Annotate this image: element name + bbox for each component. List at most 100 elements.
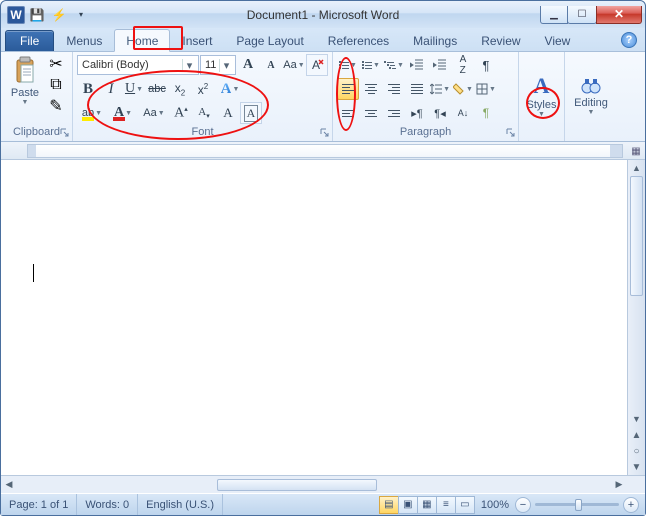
change-case-button[interactable]: Aa▼ xyxy=(283,54,305,76)
change-case-button-2[interactable]: Aa▼ xyxy=(139,102,169,124)
strikethrough-button[interactable]: abc xyxy=(146,78,168,100)
sort-button[interactable]: AZ xyxy=(452,54,474,76)
multilevel-list-button[interactable]: ▼ xyxy=(383,54,405,76)
view-outline[interactable]: ≡ xyxy=(436,496,456,514)
numbering-button[interactable]: ▼ xyxy=(360,54,382,76)
align-center-button[interactable] xyxy=(360,78,382,100)
font-dialog-launcher[interactable] xyxy=(318,126,330,138)
zoom-percent[interactable]: 100% xyxy=(475,499,515,511)
font-color-button[interactable]: A▼ xyxy=(108,102,138,124)
line-spacing-button[interactable]: ▼ xyxy=(429,78,451,100)
clear-formatting-button[interactable]: A xyxy=(306,54,328,76)
bullets-button[interactable]: ▼ xyxy=(337,54,359,76)
tab-view[interactable]: View xyxy=(533,29,583,51)
view-draft[interactable]: ▭ xyxy=(455,496,475,514)
tab-home[interactable]: Home xyxy=(114,29,170,52)
ruler-toggle-button[interactable]: ▦ xyxy=(629,144,643,158)
subscript-button[interactable]: x2 xyxy=(169,78,191,100)
cut-button[interactable]: ✂ xyxy=(46,54,66,74)
format-painter-button[interactable]: ✎ xyxy=(46,96,66,116)
highlight-button[interactable]: ab▼ xyxy=(77,102,107,124)
vertical-scrollbar[interactable]: ▲ ▼ ▲ ○ ▼ xyxy=(627,160,645,475)
grow-font-button-2[interactable]: A▴ xyxy=(170,102,192,124)
text-rtl-button[interactable]: ¶◂ xyxy=(429,102,451,124)
vscroll-thumb[interactable] xyxy=(630,176,643,296)
sort-az-button[interactable]: A↓ xyxy=(452,102,474,124)
shrink-font-button-2[interactable]: A▾ xyxy=(193,102,215,124)
character-border-button[interactable]: A xyxy=(240,102,262,124)
shading-button[interactable]: ▼ xyxy=(452,78,474,100)
tab-references[interactable]: References xyxy=(316,29,401,51)
editing-label[interactable]: Editing xyxy=(574,97,608,109)
help-icon[interactable]: ? xyxy=(621,32,637,48)
text-ltr-button[interactable]: ▸¶ xyxy=(406,102,428,124)
word-app-icon[interactable]: W xyxy=(7,6,25,24)
hscroll-track[interactable] xyxy=(17,478,611,492)
scroll-down-icon[interactable]: ▼ xyxy=(628,411,645,427)
underline-button[interactable]: U▼ xyxy=(123,78,145,100)
superscript-button[interactable]: x2 xyxy=(192,78,214,100)
text-effects-button[interactable]: A▼ xyxy=(215,78,245,100)
maximize-button[interactable]: ☐ xyxy=(567,6,597,24)
zoom-knob[interactable] xyxy=(575,499,582,511)
status-words[interactable]: Words: 0 xyxy=(77,494,138,515)
paste-dropdown-icon[interactable]: ▼ xyxy=(22,99,29,106)
bold-button[interactable]: B xyxy=(77,78,99,100)
tab-mailings[interactable]: Mailings xyxy=(401,29,469,51)
qat-customize-dropdown[interactable]: ▾ xyxy=(71,5,91,25)
scroll-left-icon[interactable]: ◀ xyxy=(1,476,17,493)
zoom-slider[interactable] xyxy=(535,503,619,506)
view-print-layout[interactable]: ▤ xyxy=(379,496,399,514)
chevron-down-icon[interactable]: ▾ xyxy=(182,59,196,72)
status-page[interactable]: Page: 1 of 1 xyxy=(1,494,77,515)
paragraph-dialog-launcher[interactable] xyxy=(504,126,516,138)
qat-lightning-icon[interactable]: ⚡ xyxy=(49,5,69,25)
view-web-layout[interactable]: ▦ xyxy=(417,496,437,514)
tab-file[interactable]: File xyxy=(5,30,54,51)
grow-font-button[interactable]: A xyxy=(237,54,259,76)
align-right-button[interactable] xyxy=(383,78,405,100)
binoculars-icon[interactable] xyxy=(580,75,602,97)
scroll-up-icon[interactable]: ▲ xyxy=(628,160,645,176)
font-name-combo[interactable]: Calibri (Body) ▾ xyxy=(77,55,199,75)
tab-insert[interactable]: Insert xyxy=(170,29,224,51)
dist-1[interactable] xyxy=(337,102,359,124)
chevron-down-icon[interactable]: ▾ xyxy=(219,59,233,72)
browse-object-button[interactable]: ○ xyxy=(628,443,645,459)
document-page[interactable] xyxy=(1,160,627,475)
shrink-font-button[interactable]: A xyxy=(260,54,282,76)
next-page-button[interactable]: ▼ xyxy=(628,459,645,475)
scroll-right-icon[interactable]: ▶ xyxy=(611,476,627,493)
clipboard-dialog-launcher[interactable] xyxy=(58,126,70,138)
decrease-indent-button[interactable] xyxy=(406,54,428,76)
tab-page-layout[interactable]: Page Layout xyxy=(224,29,315,51)
dist-2[interactable] xyxy=(360,102,382,124)
prev-page-button[interactable]: ▲ xyxy=(628,427,645,443)
borders-button[interactable]: ▼ xyxy=(475,78,497,100)
qat-save-icon[interactable]: 💾 xyxy=(27,5,47,25)
close-button[interactable]: ✕ xyxy=(596,6,642,24)
horizontal-scrollbar[interactable]: ◀ ▶ xyxy=(1,476,645,493)
hscroll-thumb[interactable] xyxy=(217,479,377,491)
justify-button[interactable] xyxy=(406,78,428,100)
italic-button[interactable]: I xyxy=(100,78,122,100)
dist-3[interactable] xyxy=(383,102,405,124)
zoom-in-button[interactable]: + xyxy=(623,497,639,513)
minimize-button[interactable]: ▁ xyxy=(540,6,568,24)
vscroll-track[interactable] xyxy=(628,176,645,411)
character-shading-button[interactable]: A xyxy=(217,102,239,124)
copy-button[interactable]: ⧉ xyxy=(46,75,66,95)
styles-label[interactable]: Styles xyxy=(527,99,557,111)
horizontal-ruler[interactable]: ▦ xyxy=(1,142,645,160)
increase-indent-button[interactable] xyxy=(429,54,451,76)
tab-menus[interactable]: Menus xyxy=(54,29,114,51)
status-language[interactable]: English (U.S.) xyxy=(138,494,223,515)
styles-dropdown-icon[interactable]: ▼ xyxy=(538,111,545,118)
show-marks-button[interactable]: ¶ xyxy=(475,54,497,76)
paste-button[interactable]: Paste ▼ xyxy=(5,54,45,106)
editing-dropdown-icon[interactable]: ▼ xyxy=(588,109,595,116)
styles-icon[interactable]: A xyxy=(534,73,550,99)
font-size-combo[interactable]: 11 ▾ xyxy=(200,55,236,75)
align-left-button[interactable] xyxy=(337,78,359,100)
paragraph-marks-button[interactable]: ¶ xyxy=(475,102,497,124)
